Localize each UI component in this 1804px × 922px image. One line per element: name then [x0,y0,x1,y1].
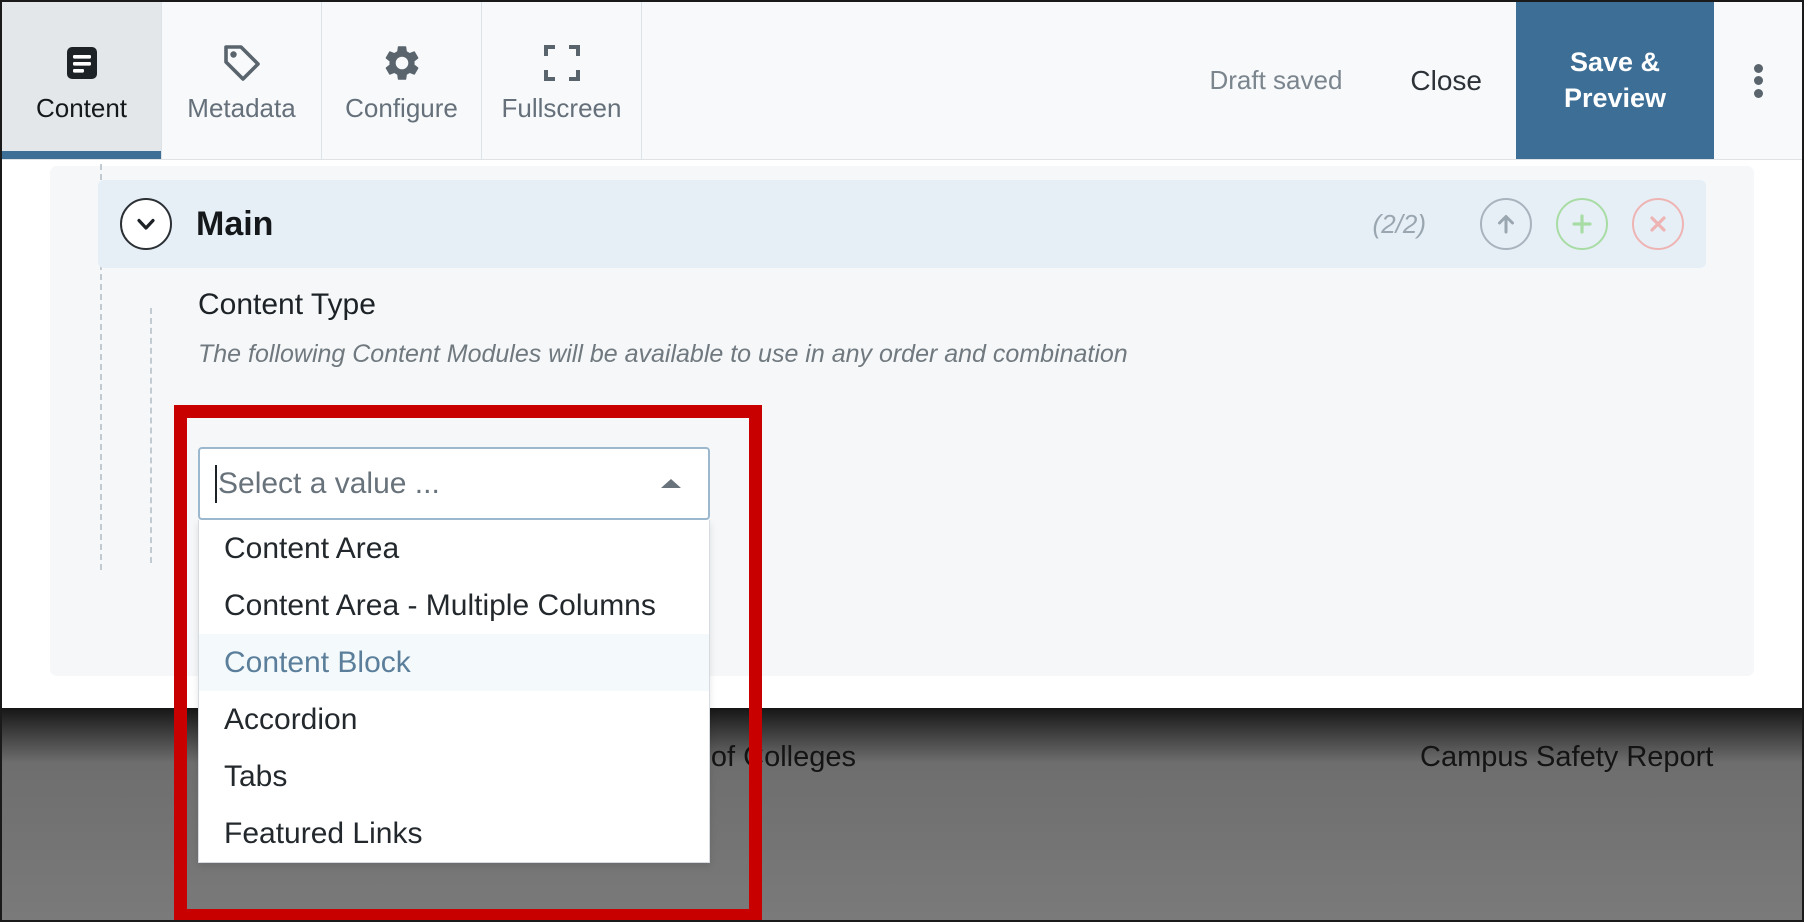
editor-screen: Content Metadata Configure Fullscreen Dr… [0,0,1804,922]
save-and-preview-button[interactable]: Save & Preview [1516,2,1714,159]
tab-metadata-label: Metadata [187,92,296,123]
select-text-caret: Select a value ... [218,467,654,501]
field-label-content-type: Content Type [198,288,376,321]
tab-metadata[interactable]: Metadata [162,2,322,159]
field-help-text: The following Content Modules will be av… [198,340,1128,368]
content-type-select[interactable]: Select a value ... [198,447,710,520]
footer-link[interactable]: Campus Safety Report [1420,741,1713,774]
gear-icon [380,41,424,85]
tab-fullscreen-label: Fullscreen [501,92,622,123]
kebab-menu-icon[interactable] [1714,2,1802,159]
dropdown-option-highlighted[interactable]: Content Block [199,634,709,691]
dropdown-option[interactable]: Content Area [199,520,709,577]
close-button[interactable]: Close [1376,2,1516,159]
layout-guide-line [150,308,152,563]
select-placeholder: Select a value ... [218,466,440,500]
section-header-main: Main (2/2) [98,180,1706,268]
kebab-dot [1753,63,1763,73]
dropdown-option[interactable]: Tabs [199,748,709,805]
tag-icon [220,41,264,85]
caret-up-icon[interactable] [654,475,688,493]
tab-content[interactable]: Content [2,2,162,159]
save-preview-line-2: Preview [1563,82,1667,113]
toolbar-actions: Draft saved Close Save & Preview [1175,2,1802,159]
plus-icon[interactable] [1556,198,1608,250]
tab-configure-label: Configure [345,92,458,123]
arrow-up-icon[interactable] [1480,198,1532,250]
dropdown-option[interactable]: Accordion [199,691,709,748]
content-type-dropdown-list: Content Area Content Area - Multiple Col… [198,520,710,863]
tab-content-label: Content [35,92,128,123]
section-title: Main [196,204,274,243]
draft-status-text: Draft saved [1209,65,1343,95]
expand-icon [540,41,584,85]
kebab-dot [1753,88,1763,98]
section-counter: (2/2) [1372,208,1426,239]
close-circle-icon[interactable] [1632,198,1684,250]
dropdown-option[interactable]: Featured Links [199,805,709,862]
tab-configure[interactable]: Configure [322,2,482,159]
content-type-select-wrapper: Select a value ... Content Area Content … [198,447,710,863]
top-toolbar: Content Metadata Configure Fullscreen Dr… [2,2,1802,160]
chevron-down-icon[interactable] [120,198,172,250]
dropdown-option[interactable]: Content Area - Multiple Columns [199,577,709,634]
save-preview-line-1: Save & [1569,46,1661,77]
document-lines-icon [60,41,104,85]
kebab-dot [1753,76,1763,85]
tab-fullscreen[interactable]: Fullscreen [482,2,642,159]
